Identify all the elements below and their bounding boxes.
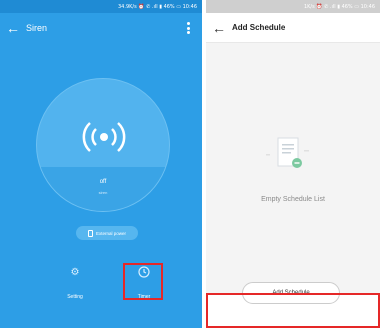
siren-control[interactable]: off siren: [36, 78, 170, 212]
external-power-label: External power: [95, 230, 126, 236]
external-power-badge: External power: [76, 226, 138, 240]
document-icon: [266, 137, 309, 168]
status-bar: 34.9K/s ⏰ ✆ .ıll ▮ 46% ▭ 10:46: [0, 0, 202, 13]
add-schedule-highlight-box: [206, 293, 380, 328]
circle-lower-band: [37, 167, 169, 211]
arrow-left-icon[interactable]: ←: [206, 20, 232, 36]
bottom-tab-bar: ⚙ Setting Timer: [0, 258, 202, 308]
app-bar: ← Siren: [0, 13, 202, 43]
add-schedule-screen: 1K/s ⏰ ✆ .ıll ▮ 46% ▭ 10:46 ← Add Schedu…: [206, 0, 380, 328]
tab-setting[interactable]: ⚙ Setting: [55, 264, 95, 301]
gear-icon: ⚙: [70, 266, 80, 278]
device-state: off: [99, 179, 107, 185]
arrow-left-icon[interactable]: ←: [0, 20, 26, 36]
screenshot-root: 34.9K/s ⏰ ✆ .ıll ▮ 46% ▭ 10:46 ← Siren o…: [0, 0, 380, 328]
empty-list-text: Empty Schedule List: [261, 196, 325, 203]
page-title: Siren: [26, 23, 48, 33]
nav-bar: [0, 308, 202, 328]
siren-screen: 34.9K/s ⏰ ✆ .ıll ▮ 46% ▭ 10:46 ← Siren o…: [0, 0, 202, 328]
app-bar: ← Add Schedule: [206, 13, 380, 43]
tab-setting-label: Setting: [67, 294, 83, 300]
timer-highlight-box: [123, 263, 163, 300]
device-state-sub: siren: [98, 190, 108, 195]
page-title: Add Schedule: [232, 23, 286, 32]
siren-wave-icon: [82, 122, 126, 152]
more-vertical-icon[interactable]: [187, 22, 190, 34]
plug-icon: [87, 229, 93, 237]
status-bar: 1K/s ⏰ ✆ .ıll ▮ 46% ▭ 10:46: [206, 0, 380, 13]
